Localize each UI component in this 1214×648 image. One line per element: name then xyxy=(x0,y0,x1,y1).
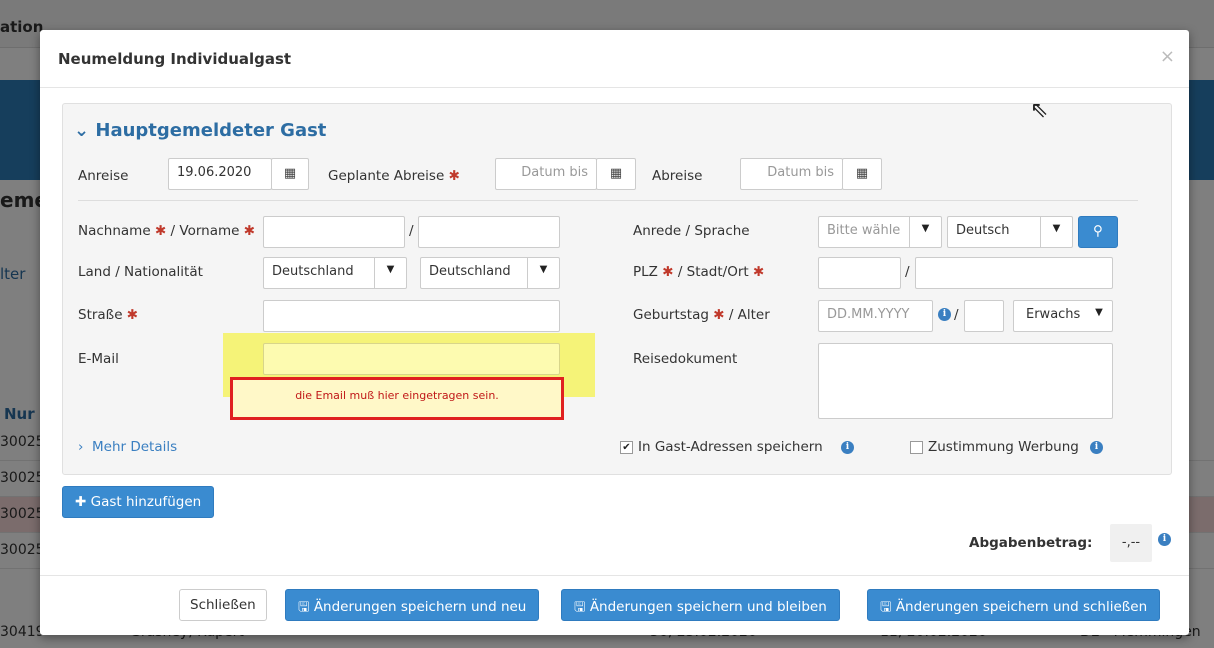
save-icon: 🖫 xyxy=(574,599,586,615)
arrival-label: Anreise xyxy=(78,168,129,184)
email-label: E-Mail xyxy=(78,351,119,367)
modal-footer: Schließen 🖫 Änderungen speichern und neu… xyxy=(40,575,1189,635)
language-select[interactable]: Deutsch ▼ xyxy=(947,216,1073,248)
email-input[interactable] xyxy=(263,343,560,375)
travel-doc-textarea[interactable] xyxy=(818,343,1113,419)
consent-checkbox[interactable] xyxy=(910,441,923,454)
arrival-date-input[interactable]: 19.06.2020 xyxy=(168,158,272,190)
calendar-icon[interactable]: ▦ xyxy=(842,158,882,190)
add-guest-label: Gast hinzufügen xyxy=(90,494,202,510)
age-input[interactable] xyxy=(964,300,1004,332)
postal-label: PLZ ✱ / Stadt/Ort ✱ xyxy=(633,264,765,280)
chevron-down-icon: ⌄ xyxy=(74,120,90,141)
divider xyxy=(78,200,1138,201)
planned-departure-label: Geplante Abreise ✱ xyxy=(328,168,460,184)
calendar-icon[interactable]: ▦ xyxy=(271,158,309,190)
language-value: Deutsch xyxy=(956,223,1010,238)
departure-input[interactable]: Datum bis xyxy=(740,158,843,190)
chevron-down-icon: ▼ xyxy=(527,258,559,288)
modal-title: Neumeldung Individualgast xyxy=(58,50,292,68)
info-icon[interactable]: i xyxy=(841,441,854,454)
chevron-down-icon: ▼ xyxy=(1040,217,1072,247)
street-label: Straße ✱ xyxy=(78,307,139,323)
street-input[interactable] xyxy=(263,300,560,332)
modal-header: Neumeldung Individualgast × xyxy=(40,30,1189,88)
postal-separator: / xyxy=(905,264,910,280)
birthday-label: Geburtstag ✱ / Alter xyxy=(633,307,770,323)
travel-doc-label: Reisedokument xyxy=(633,351,738,367)
plus-icon: ✚ xyxy=(75,494,87,510)
chevron-down-icon: ▼ xyxy=(1095,307,1103,318)
more-details-label: Mehr Details xyxy=(92,439,178,455)
info-icon[interactable]: i xyxy=(1158,533,1171,546)
new-guest-modal: Neumeldung Individualgast × ⌄ Hauptgemel… xyxy=(40,30,1189,635)
nationality-select[interactable]: Deutschland ▼ xyxy=(420,257,560,289)
annotation-note: die Email muß hier eingetragen sein. xyxy=(230,377,564,420)
name-label: Nachname ✱ / Vorname ✱ xyxy=(78,223,256,239)
country-value: Deutschland xyxy=(272,264,354,279)
add-guest-button[interactable]: ✚ Gast hinzufügen xyxy=(62,486,215,518)
salutation-label: Anrede / Sprache xyxy=(633,223,750,239)
save-close-label: Änderungen speichern und schließen xyxy=(895,599,1148,615)
salutation-value: Bitte wähle xyxy=(827,223,901,238)
more-details-link[interactable]: › Mehr Details xyxy=(78,439,177,455)
save-address-checkbox[interactable]: ✔ xyxy=(620,441,633,454)
close-icon[interactable]: × xyxy=(1160,46,1175,67)
info-icon[interactable]: i xyxy=(938,308,951,321)
planned-departure-input[interactable]: Datum bis xyxy=(495,158,597,190)
tax-value: -,-- xyxy=(1110,524,1152,562)
consent-label: Zustimmung Werbung xyxy=(928,439,1079,455)
salutation-select[interactable]: Bitte wähle ▼ xyxy=(818,216,942,248)
age-type-select[interactable]: Erwachs ▼ xyxy=(1013,300,1113,332)
info-icon[interactable]: i xyxy=(1090,441,1103,454)
search-icon: ⚲ xyxy=(1093,223,1103,239)
chevron-right-icon: › xyxy=(78,439,84,455)
section-title[interactable]: ⌄ Hauptgemeldeter Gast xyxy=(74,120,326,141)
mouse-cursor-icon: ⇖ xyxy=(1030,98,1049,123)
country-select[interactable]: Deutschland ▼ xyxy=(263,257,407,289)
calendar-icon[interactable]: ▦ xyxy=(596,158,636,190)
chevron-down-icon: ▼ xyxy=(909,217,941,247)
age-separator: / xyxy=(954,307,959,323)
age-type-value: Erwachs xyxy=(1026,307,1081,322)
tax-label: Abgabenbetrag: xyxy=(969,535,1093,551)
nationality-value: Deutschland xyxy=(429,264,511,279)
save-close-button[interactable]: 🖫 Änderungen speichern und schließen xyxy=(867,589,1161,621)
search-button[interactable]: ⚲ xyxy=(1078,216,1118,248)
save-new-button[interactable]: 🖫 Änderungen speichern und neu xyxy=(285,589,540,621)
save-stay-button[interactable]: 🖫 Änderungen speichern und bleiben xyxy=(561,589,840,621)
section-title-label: Hauptgemeldeter Gast xyxy=(95,120,327,141)
city-input[interactable] xyxy=(915,257,1113,289)
birthday-input[interactable]: DD.MM.YYYY xyxy=(818,300,933,332)
name-separator: / xyxy=(409,223,414,239)
save-new-label: Änderungen speichern und neu xyxy=(313,599,527,615)
chevron-down-icon: ▼ xyxy=(374,258,406,288)
save-stay-label: Änderungen speichern und bleiben xyxy=(589,599,827,615)
save-icon: 🖫 xyxy=(880,599,892,615)
close-button[interactable]: Schließen xyxy=(179,589,267,621)
country-label: Land / Nationalität xyxy=(78,264,203,280)
departure-label: Abreise xyxy=(652,168,703,184)
first-name-input[interactable] xyxy=(418,216,560,248)
postal-code-input[interactable] xyxy=(818,257,901,289)
save-address-label: In Gast-Adressen speichern xyxy=(638,439,823,455)
save-icon: 🖫 xyxy=(298,599,310,615)
last-name-input[interactable] xyxy=(263,216,405,248)
